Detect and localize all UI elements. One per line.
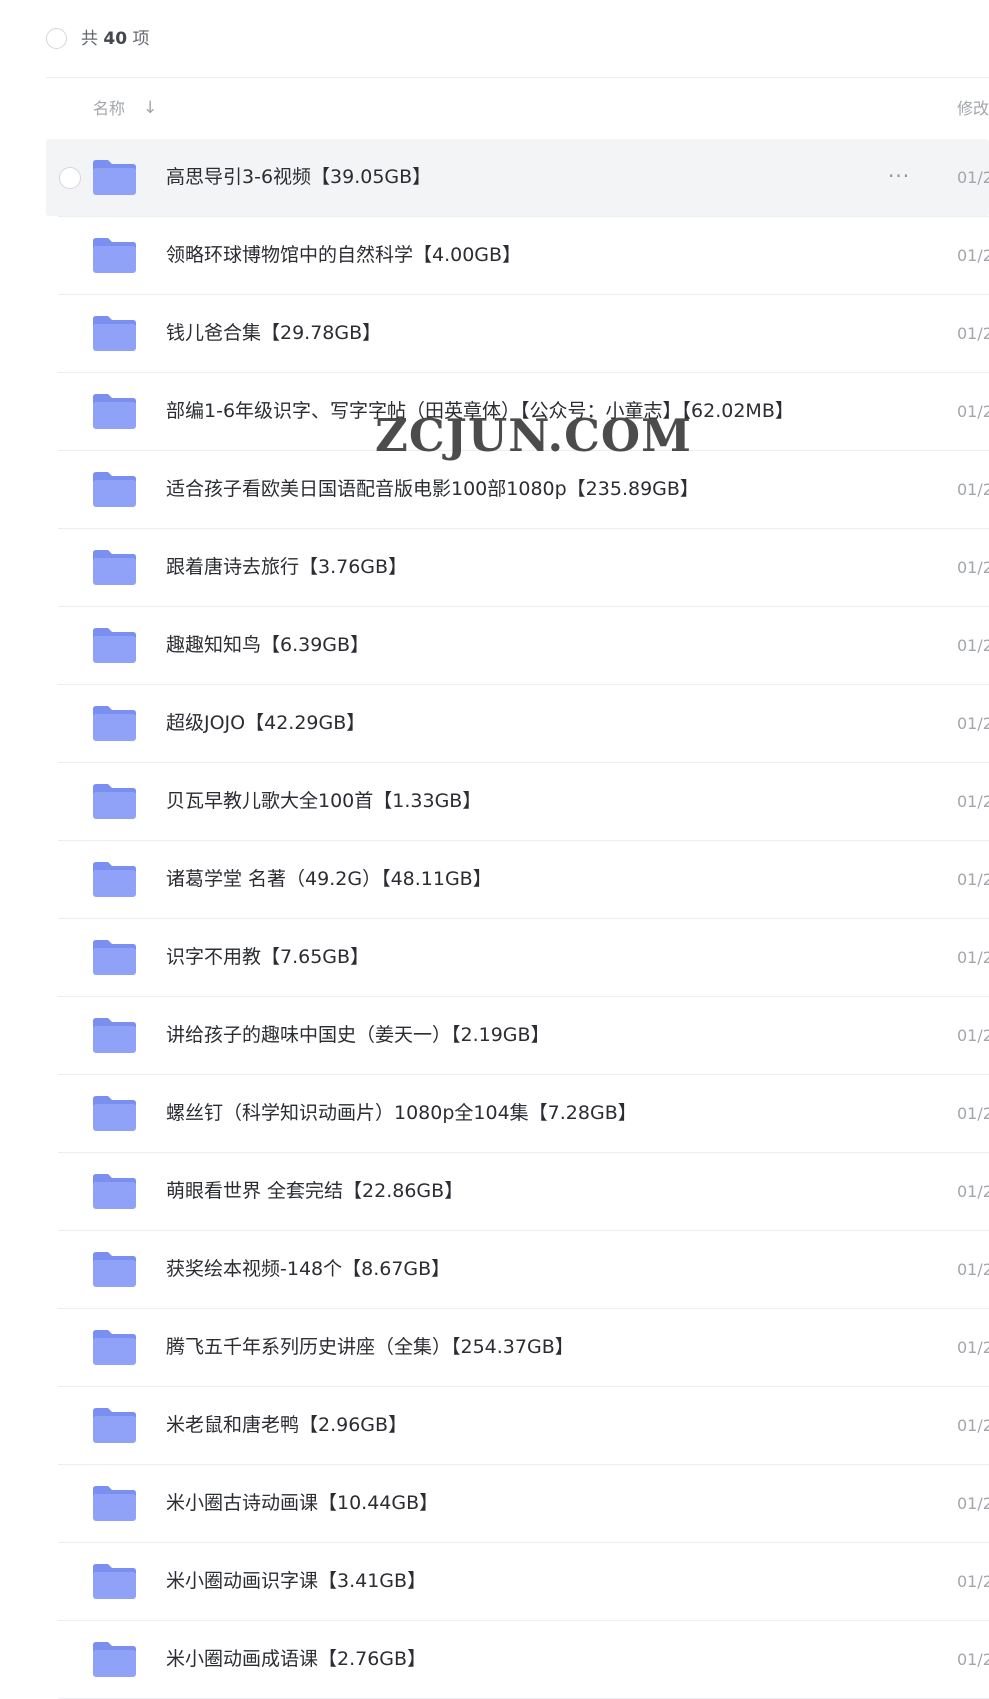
file-name[interactable]: 跟着唐诗去旅行【3.76GB】 (166, 554, 407, 581)
file-name[interactable]: 米小圈动画成语课【2.76GB】 (166, 1646, 426, 1673)
file-list: 高思导引3-6视频【39.05GB】 ··· 01/2 领略环球博物馆中的自然科学【4… (0, 139, 989, 1699)
folder-icon (93, 628, 136, 663)
folder-icon (93, 1486, 136, 1521)
file-name[interactable]: 腾飞五千年系列历史讲座（全集）【254.37GB】 (166, 1334, 574, 1361)
folder-icon (93, 550, 136, 585)
item-count-prefix: 共 (81, 29, 98, 49)
file-row[interactable]: 米小圈古诗动画课【10.44GB】···01/2 (0, 1465, 989, 1543)
file-row[interactable]: 诸葛学堂 名著（49.2G）【48.11GB】···01/2 (0, 841, 989, 919)
item-count-suffix: 项 (132, 29, 150, 49)
file-name[interactable]: 贝瓦早教儿歌大全100首【1.33GB】 (166, 788, 481, 815)
file-name[interactable]: 米小圈古诗动画课【10.44GB】 (166, 1490, 438, 1517)
item-count-value: 40 (103, 29, 128, 49)
file-row[interactable]: 讲给孩子的趣味中国史（姜天一）【2.19GB】···01/2 (0, 997, 989, 1075)
file-name[interactable]: 米小圈动画识字课【3.41GB】 (166, 1568, 426, 1595)
select-all-checkbox[interactable] (46, 28, 67, 49)
file-row[interactable]: 贝瓦早教儿歌大全100首【1.33GB】···01/2 (0, 763, 989, 841)
sort-desc-icon[interactable]: ↓ (143, 97, 157, 119)
row-checkbox[interactable] (59, 167, 81, 189)
folder-icon (93, 1564, 136, 1599)
file-name[interactable]: 高思导引3-6视频【39.05GB】 (166, 164, 431, 191)
file-name[interactable]: 趣趣知知鸟【6.39GB】 (166, 632, 369, 659)
folder-icon (93, 940, 136, 975)
modified-date: 01/2 (957, 1026, 989, 1045)
modified-date: 01/2 (957, 558, 989, 577)
file-row[interactable]: 螺丝钉（科学知识动画片）1080p全104集【7.28GB】···01/2 (0, 1075, 989, 1153)
folder-icon (93, 1408, 136, 1443)
modified-date: 01/2 (957, 402, 989, 421)
file-name[interactable]: 钱儿爸合集【29.78GB】 (166, 320, 381, 347)
file-row[interactable]: 钱儿爸合集【29.78GB】···01/2 (0, 295, 989, 373)
file-row[interactable]: 超级JOJO【42.29GB】···01/2 (0, 685, 989, 763)
folder-icon (93, 784, 136, 819)
modified-date: 01/2 (957, 1182, 989, 1201)
name-column-header[interactable]: 名称 (93, 98, 125, 120)
file-row[interactable]: 识字不用教【7.65GB】···01/2 (0, 919, 989, 997)
folder-icon (93, 394, 136, 429)
folder-icon (93, 862, 136, 897)
modified-date: 01/2 (957, 1572, 989, 1591)
folder-icon (93, 1252, 136, 1287)
modified-date: 01/2 (957, 1260, 989, 1279)
file-name[interactable]: 米老鼠和唐老鸭【2.96GB】 (166, 1412, 407, 1439)
folder-icon (93, 472, 136, 507)
folder-icon (93, 160, 136, 195)
file-row[interactable]: 萌眼看世界 全套完结【22.86GB】···01/2 (0, 1153, 989, 1231)
modified-date: 01/2 (957, 480, 989, 499)
folder-icon (93, 1096, 136, 1131)
folder-icon (93, 1018, 136, 1053)
folder-icon (93, 706, 136, 741)
file-row[interactable]: 获奖绘本视频-148个【8.67GB】···01/2 (0, 1231, 989, 1309)
file-name[interactable]: 获奖绘本视频-148个【8.67GB】 (166, 1256, 450, 1283)
modified-date: 01/2 (957, 246, 989, 265)
folder-icon (93, 1642, 136, 1677)
watermark: ZCJUN.COM (375, 409, 692, 462)
file-name[interactable]: 诸葛学堂 名著（49.2G）【48.11GB】 (166, 866, 492, 893)
file-name[interactable]: 适合孩子看欧美日国语配音版电影100部1080p【235.89GB】 (166, 476, 699, 503)
file-row[interactable]: 适合孩子看欧美日国语配音版电影100部1080p【235.89GB】···01/… (0, 451, 989, 529)
file-name[interactable]: 螺丝钉（科学知识动画片）1080p全104集【7.28GB】 (166, 1100, 637, 1127)
modified-date: 01/2 (957, 792, 989, 811)
modified-date: 01/2 (957, 1338, 989, 1357)
file-name[interactable]: 识字不用教【7.65GB】 (166, 944, 369, 971)
file-row[interactable]: 领略环球博物馆中的自然科学【4.00GB】···01/2 (0, 217, 989, 295)
file-name[interactable]: 讲给孩子的趣味中国史（姜天一）【2.19GB】 (166, 1022, 550, 1049)
modified-column-header[interactable]: 修改 (957, 98, 989, 120)
file-name[interactable]: 萌眼看世界 全套完结【22.86GB】 (166, 1178, 463, 1205)
file-name[interactable]: 领略环球博物馆中的自然科学【4.00GB】 (166, 242, 521, 269)
folder-icon (93, 1330, 136, 1365)
modified-date: 01/2 (957, 1650, 989, 1669)
file-row[interactable]: 高思导引3-6视频【39.05GB】 ··· 01/2 (0, 139, 989, 217)
modified-date: 01/2 (957, 636, 989, 655)
modified-date: 01/2 (957, 714, 989, 733)
modified-date: 01/2 (957, 1416, 989, 1435)
modified-date: 01/2 (957, 1494, 989, 1513)
file-row[interactable]: 米老鼠和唐老鸭【2.96GB】···01/2 (0, 1387, 989, 1465)
file-row[interactable]: 米小圈动画识字课【3.41GB】···01/2 (0, 1543, 989, 1621)
column-header: 名称 ↓ 修改 (0, 78, 989, 140)
file-row[interactable]: 趣趣知知鸟【6.39GB】···01/2 (0, 607, 989, 685)
modified-date: 01/2 (957, 168, 989, 187)
modified-date: 01/2 (957, 948, 989, 967)
modified-date: 01/2 (957, 870, 989, 889)
folder-icon (93, 316, 136, 351)
file-row[interactable]: 腾飞五千年系列历史讲座（全集）【254.37GB】···01/2 (0, 1309, 989, 1387)
file-row[interactable]: 米小圈动画成语课【2.76GB】···01/2 (0, 1621, 989, 1699)
list-toolbar: 共 40 项 (0, 0, 989, 78)
file-row[interactable]: 跟着唐诗去旅行【3.76GB】···01/2 (0, 529, 989, 607)
folder-icon (93, 238, 136, 273)
folder-icon (93, 1174, 136, 1209)
modified-date: 01/2 (957, 324, 989, 343)
file-name[interactable]: 超级JOJO【42.29GB】 (166, 710, 365, 737)
more-actions-icon[interactable]: ··· (888, 164, 910, 188)
modified-date: 01/2 (957, 1104, 989, 1123)
item-count: 共 40 项 (81, 27, 149, 51)
